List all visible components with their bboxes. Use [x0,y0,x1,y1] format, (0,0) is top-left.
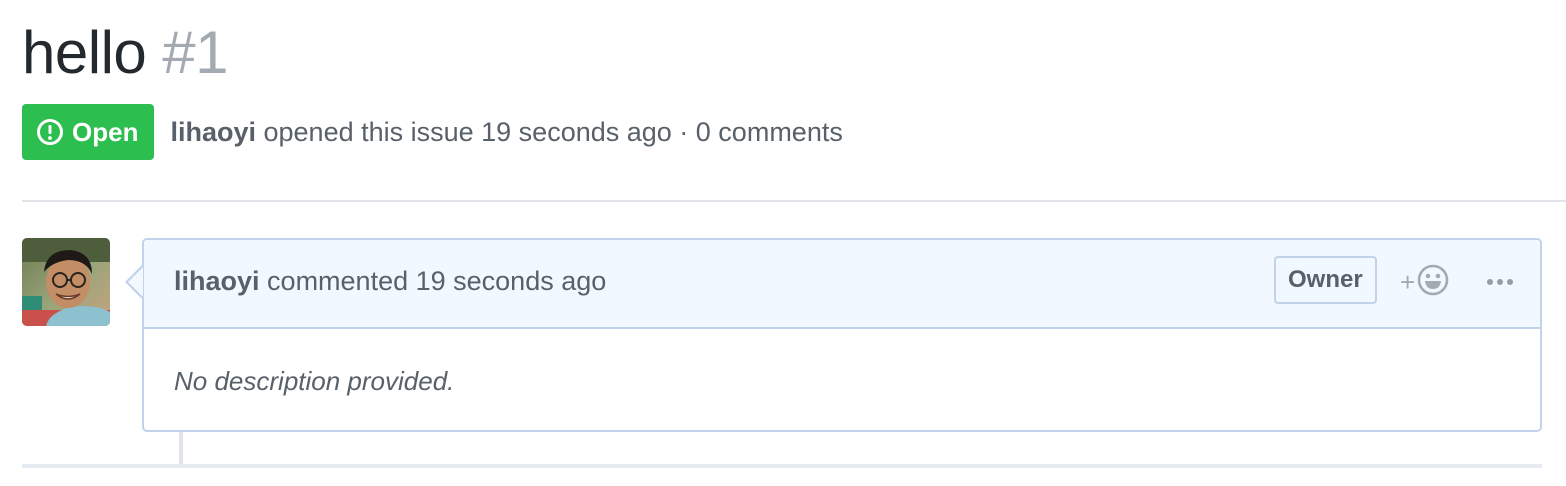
kebab-horizontal-icon [1486,273,1514,291]
comment-author-link[interactable]: lihaoyi [174,266,260,296]
issue-opened-icon [36,118,64,146]
avatar[interactable] [22,238,110,326]
smiley-icon [1417,264,1449,301]
timeline-connector [179,432,183,466]
issue-page: hello #1 Open lihaoyi opened this issue … [0,0,1566,486]
issue-state-label: Open [72,116,139,147]
issue-meta: Open lihaoyi opened this issue 19 second… [22,104,843,160]
owner-badge: Owner [1274,256,1377,304]
comment-header-text: lihaoyi commented 19 seconds ago [174,266,606,297]
issue-header: hello #1 [22,18,229,94]
issue-meta-summary: opened this issue 19 seconds ago · 0 com… [263,116,843,147]
timeline-divider [22,464,1542,468]
header-divider [22,200,1566,202]
comment-header: lihaoyi commented 19 seconds ago Owner + [144,240,1540,329]
comment-pointer [128,267,143,297]
issue-title: hello [22,19,147,86]
add-reaction-button[interactable]: + [1400,264,1458,300]
comment-container: lihaoyi commented 19 seconds ago Owner + [142,238,1542,432]
more-options-button[interactable] [1482,268,1518,296]
issue-meta-text: lihaoyi opened this issue 19 seconds ago… [170,117,842,148]
issue-state-badge: Open [22,104,155,160]
issue-number: #1 [162,19,229,86]
plus-icon: + [1400,267,1416,297]
comment-timestamp-link[interactable]: commented 19 seconds ago [267,266,606,296]
issue-author-link[interactable]: lihaoyi [170,117,256,147]
comment-body: No description provided. [174,366,455,396]
